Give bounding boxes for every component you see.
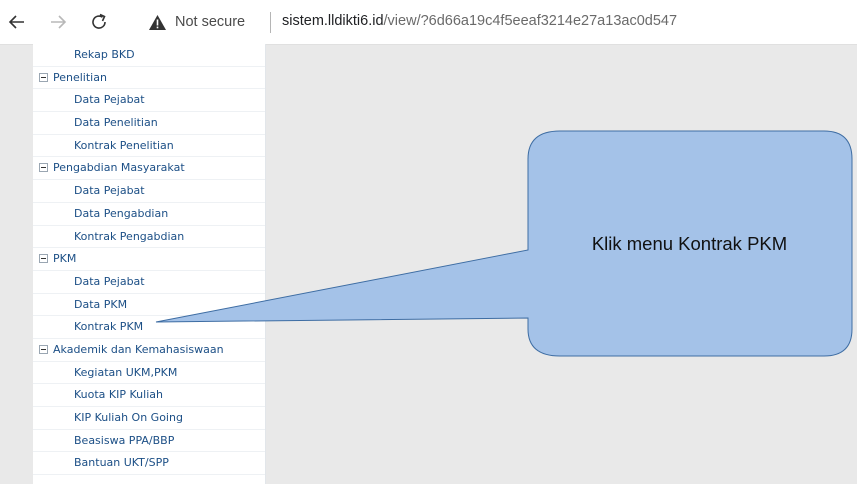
callout-text: Klik menu Kontrak PKM	[591, 233, 788, 254]
